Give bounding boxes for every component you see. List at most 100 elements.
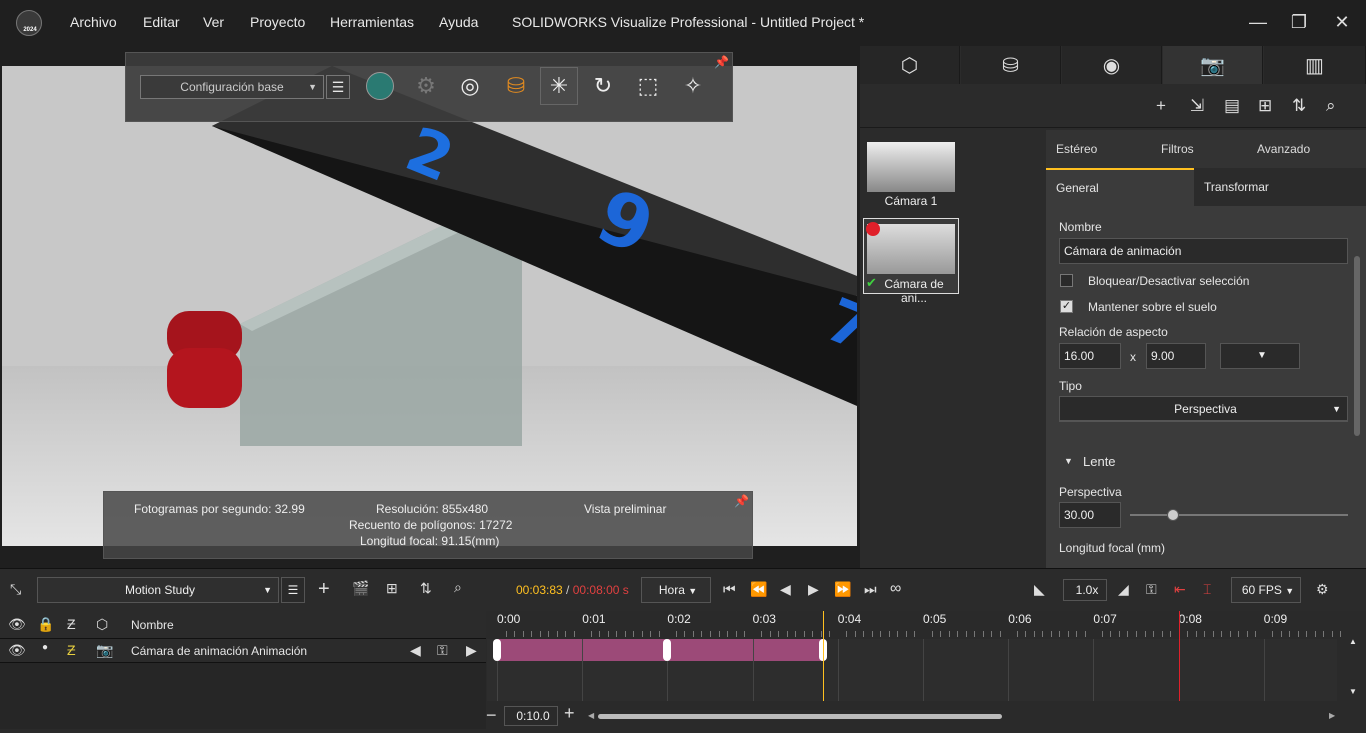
- scroll-down-icon[interactable]: ▼: [1349, 687, 1357, 696]
- tab-appearances-icon[interactable]: ⛁: [961, 46, 1061, 84]
- slow-icon[interactable]: ◣: [1034, 581, 1045, 598]
- layout-icon[interactable]: ▤: [1224, 96, 1240, 116]
- time-unit-select[interactable]: Hora ▼: [641, 577, 711, 603]
- curve-icon[interactable]: Ƶ: [67, 642, 76, 658]
- horizontal-scrollbar[interactable]: [598, 714, 1002, 719]
- ai-brain-icon[interactable]: ⚙: [409, 69, 443, 103]
- loop-icon[interactable]: ∞: [890, 580, 901, 598]
- lock-icon[interactable]: 🔒: [37, 616, 54, 633]
- scroll-right-icon[interactable]: ▶: [1329, 711, 1335, 720]
- 3d-viewport[interactable]: 2 9 7: [2, 66, 857, 546]
- sort-icon[interactable]: ⇅: [420, 580, 432, 597]
- export-icon[interactable]: ⇲: [1190, 96, 1204, 116]
- app-logo[interactable]: 2024: [16, 10, 42, 36]
- track-area[interactable]: [487, 639, 1337, 701]
- search-icon[interactable]: ⌕: [1326, 96, 1336, 116]
- slider-handle[interactable]: [1166, 509, 1179, 521]
- end-marker[interactable]: [1178, 611, 1180, 701]
- camera-wand-icon[interactable]: ✧: [676, 69, 710, 103]
- eye-icon[interactable]: 👁: [8, 616, 26, 633]
- list-icon[interactable]: ☰: [326, 75, 350, 99]
- aspect-preset-dropdown[interactable]: ▼: [1220, 343, 1300, 369]
- dot-icon[interactable]: ●: [42, 642, 48, 653]
- tab-libraries-icon[interactable]: ▥: [1264, 46, 1366, 84]
- animation-clip[interactable]: [497, 639, 824, 661]
- menu-ayuda[interactable]: Ayuda: [439, 14, 478, 30]
- scroll-left-icon[interactable]: ◀: [588, 711, 594, 720]
- perspective-slider[interactable]: [1130, 509, 1348, 521]
- eye-icon[interactable]: 👁: [8, 642, 26, 659]
- grid-icon[interactable]: ⊞: [386, 580, 398, 597]
- appearance-icon[interactable]: [363, 69, 397, 103]
- table-row[interactable]: 👁 ● Ƶ 📷 Cámara de animación Animación ◀ …: [0, 639, 486, 663]
- scrollbar[interactable]: [1354, 256, 1360, 436]
- curve-icon[interactable]: Ƶ: [67, 616, 76, 632]
- playhead[interactable]: [823, 611, 825, 701]
- keep-floor-checkbox[interactable]: ✓: [1060, 300, 1073, 313]
- play-icon[interactable]: ▶: [808, 581, 819, 598]
- go-start-icon[interactable]: ⏮: [723, 581, 736, 598]
- camera-icon[interactable]: 📷: [96, 642, 113, 659]
- add-icon[interactable]: +: [1156, 96, 1166, 116]
- menu-proyecto[interactable]: Proyecto: [250, 14, 305, 30]
- prev-key-icon[interactable]: ◀: [410, 642, 421, 659]
- prev-key-icon[interactable]: ⏪: [750, 581, 767, 598]
- tab-filtros[interactable]: Filtros: [1161, 130, 1194, 168]
- aspect-width-input[interactable]: 16.00: [1059, 343, 1121, 369]
- scale-box-icon[interactable]: ⬚: [631, 69, 665, 103]
- menu-editar[interactable]: Editar: [143, 14, 180, 30]
- close-icon[interactable]: ✕: [1332, 12, 1352, 33]
- next-key-icon[interactable]: ⏩: [834, 581, 851, 598]
- speed-input[interactable]: 1.0x: [1063, 579, 1107, 601]
- menu-herramientas[interactable]: Herramientas: [330, 14, 414, 30]
- clapper-icon[interactable]: 🎬: [352, 580, 369, 597]
- triad-icon[interactable]: ✳: [540, 67, 578, 105]
- pin-icon[interactable]: 📌: [714, 55, 729, 69]
- fast-icon[interactable]: ◢: [1118, 581, 1129, 598]
- type-dropdown[interactable]: Perspectiva ▼: [1059, 396, 1348, 422]
- add-icon[interactable]: +: [318, 578, 330, 601]
- grid-icon[interactable]: ⊞: [1258, 96, 1272, 116]
- collapse-arrows-icon[interactable]: ⤡: [10, 581, 21, 598]
- tab-avanzado[interactable]: Avanzado: [1257, 130, 1310, 168]
- step-back-icon[interactable]: ◀: [780, 581, 791, 598]
- keyframe[interactable]: [663, 639, 672, 661]
- fps-select[interactable]: 60 FPS ▼: [1231, 577, 1301, 603]
- tab-scenes-icon[interactable]: ◉: [1062, 46, 1162, 84]
- motion-study-select[interactable]: Motion Study ▼: [37, 577, 279, 603]
- sort-icon[interactable]: ⇅: [1292, 96, 1306, 116]
- turntable-icon[interactable]: ◎: [453, 69, 487, 103]
- name-input[interactable]: Cámara de animación: [1059, 238, 1348, 264]
- object-icon[interactable]: ⬡: [96, 616, 108, 633]
- go-end-icon[interactable]: ⏭: [864, 581, 877, 598]
- menu-ver[interactable]: Ver: [203, 14, 224, 30]
- tab-estereo[interactable]: Estéreo: [1056, 130, 1097, 168]
- tab-general[interactable]: General: [1046, 168, 1194, 206]
- camera-item-selected[interactable]: ✔ Cámara de ani...: [863, 218, 959, 305]
- lens-section-title[interactable]: Lente: [1083, 454, 1116, 469]
- pin-icon[interactable]: 📌: [734, 494, 749, 508]
- lock-checkbox[interactable]: [1060, 274, 1073, 287]
- collapse-icon[interactable]: ▼: [1064, 456, 1073, 466]
- refresh-icon[interactable]: ↻: [586, 69, 620, 103]
- configuration-select[interactable]: Configuración base ▼: [140, 75, 324, 99]
- tab-models-icon[interactable]: ⬡: [860, 46, 960, 84]
- next-key-icon[interactable]: ▶: [466, 642, 477, 659]
- restore-icon[interactable]: ❐: [1289, 12, 1309, 33]
- end-marker-icon[interactable]: ⌶: [1203, 581, 1211, 598]
- tab-transformar[interactable]: Transformar: [1194, 168, 1366, 206]
- zoom-out-icon[interactable]: −: [486, 705, 497, 726]
- scroll-up-icon[interactable]: ▲: [1349, 637, 1357, 646]
- aspect-height-input[interactable]: 9.00: [1146, 343, 1206, 369]
- time-ruler[interactable]: 0:00 0:01 0:02 0:03 0:04 0:05 0:06 0:07 0:08 0:09: [487, 611, 1342, 639]
- search-icon[interactable]: ⌕: [454, 579, 462, 596]
- key-icon[interactable]: ⚿: [437, 642, 448, 659]
- zoom-input[interactable]: 0:10.0: [504, 706, 558, 726]
- keyframe[interactable]: [493, 639, 501, 661]
- menu-archivo[interactable]: Archivo: [70, 14, 117, 30]
- perspective-input[interactable]: 30.00: [1059, 502, 1121, 528]
- list-icon[interactable]: ☰: [281, 577, 305, 603]
- zoom-in-icon[interactable]: +: [564, 703, 575, 724]
- vertical-scrollbar[interactable]: ▲ ▼: [1341, 611, 1366, 701]
- minimize-icon[interactable]: —: [1248, 12, 1268, 33]
